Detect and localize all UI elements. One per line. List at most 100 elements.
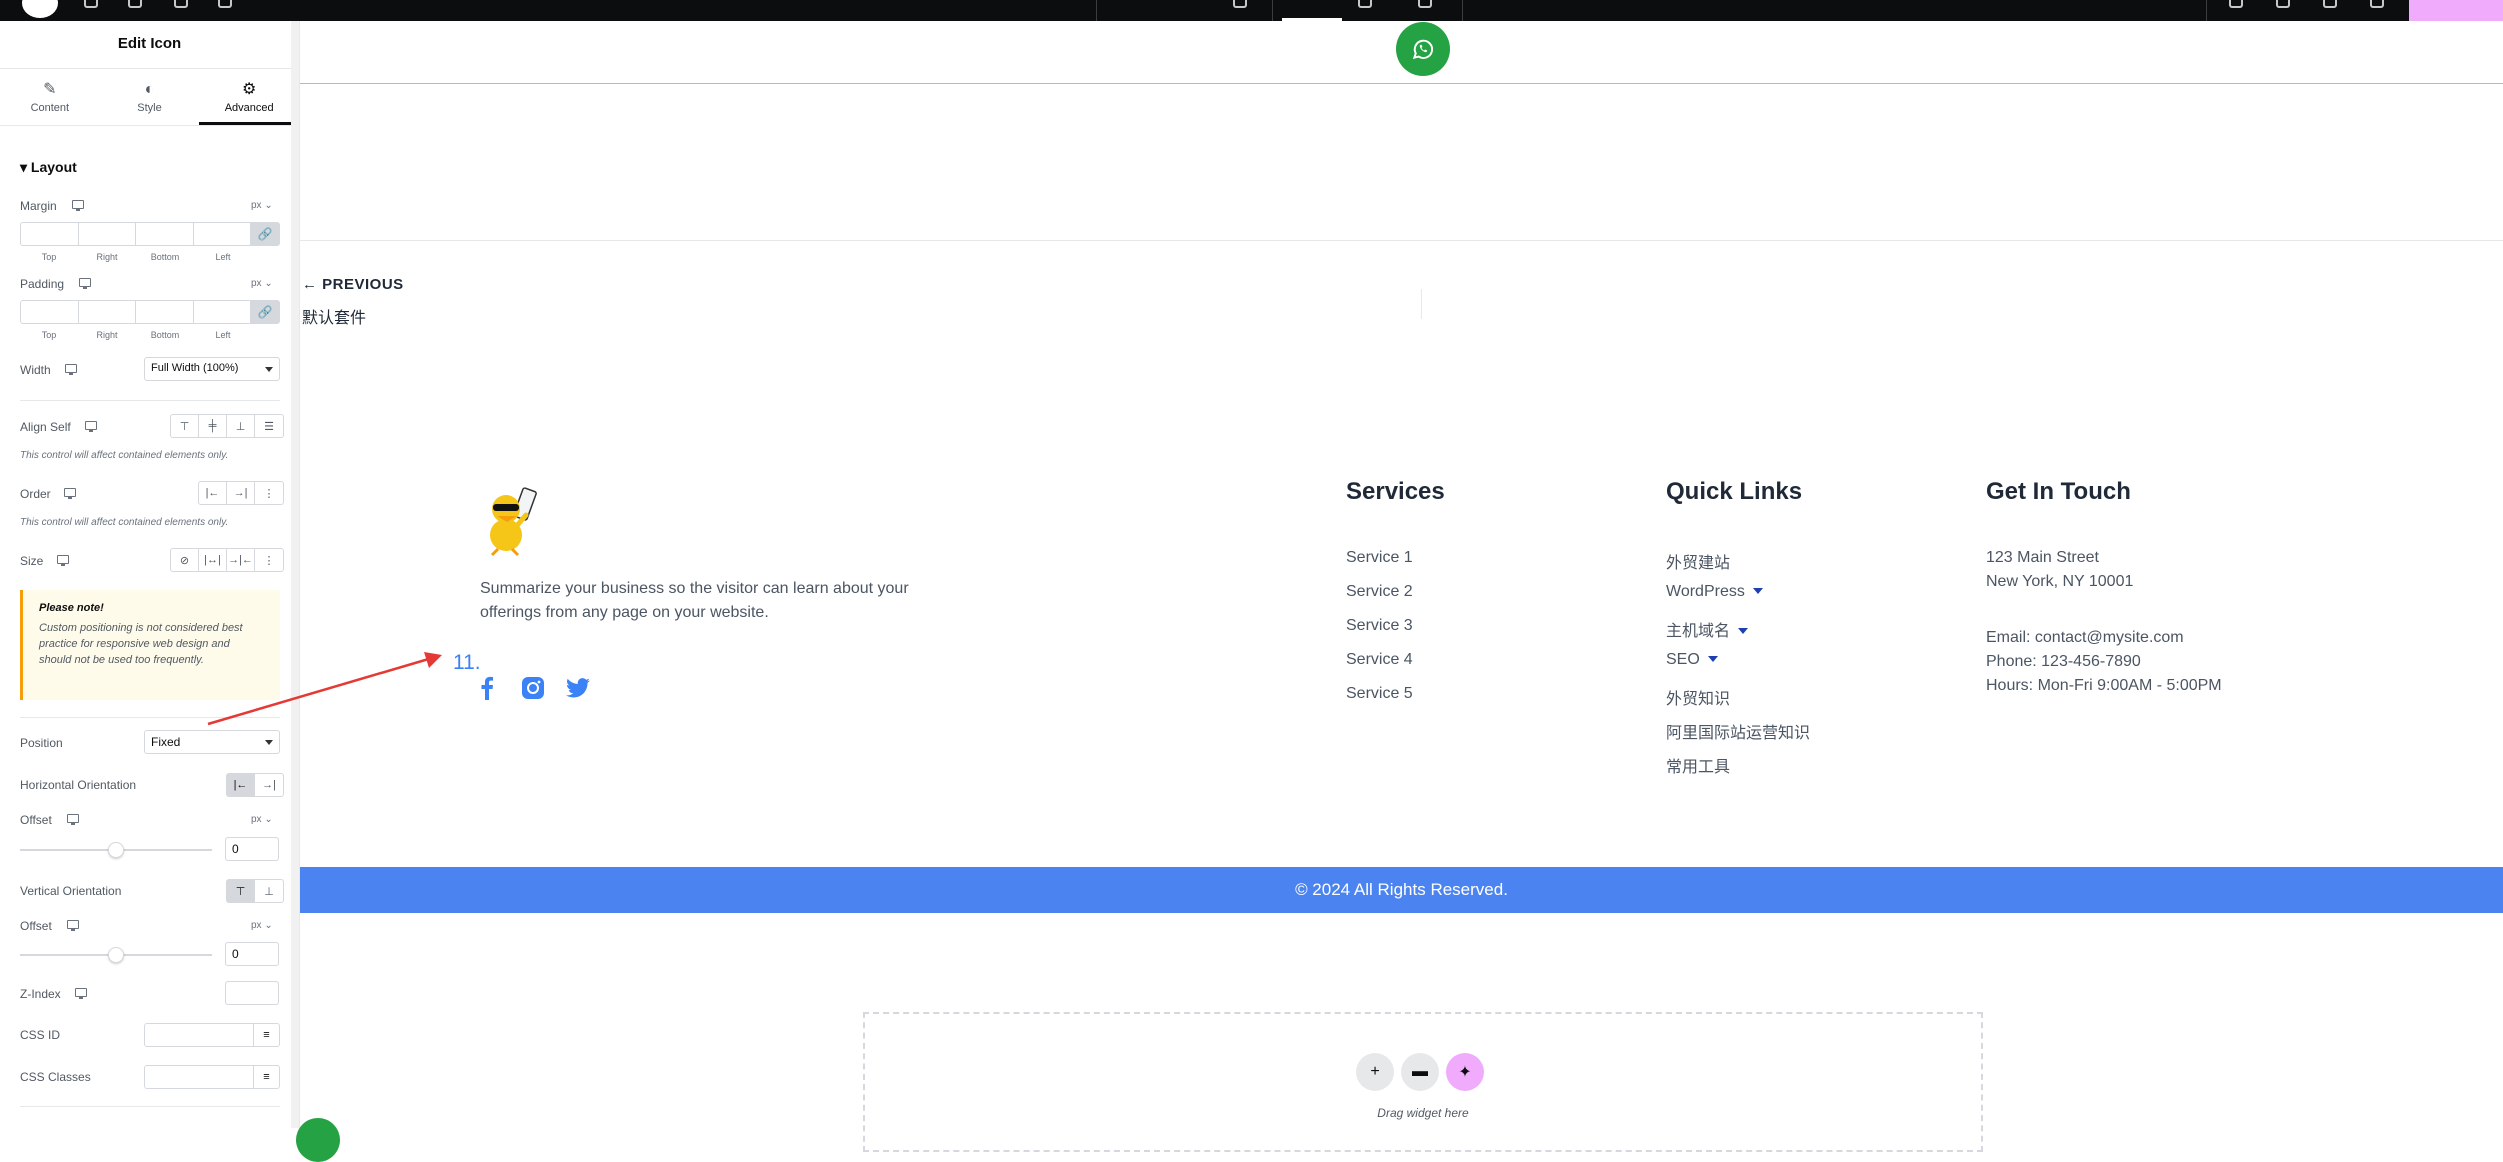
ai-sparkle-icon[interactable]: ✦: [1446, 1053, 1484, 1091]
site-settings-icon[interactable]: [128, 0, 142, 8]
width-select[interactable]: Full Width (100%): [144, 357, 280, 381]
align-stretch-icon[interactable]: ☰: [255, 415, 283, 437]
order-last-icon[interactable]: →|: [227, 482, 255, 504]
padding-bottom-input[interactable]: [136, 301, 194, 323]
css-classes-input[interactable]: [144, 1065, 254, 1089]
service-link[interactable]: Service 3: [1346, 617, 1413, 635]
responsive-desktop-icon[interactable]: [67, 920, 79, 931]
service-link[interactable]: Service 5: [1346, 685, 1413, 703]
section-layout[interactable]: ▾ Layout: [20, 159, 77, 176]
desktop-view-tab[interactable]: [1282, 0, 1342, 21]
responsive-desktop-icon[interactable]: [65, 364, 77, 375]
add-section-icon[interactable]: +: [1356, 1053, 1394, 1091]
caret-down-icon[interactable]: [1738, 628, 1749, 639]
v-offset-input[interactable]: 0: [225, 942, 279, 966]
service-link[interactable]: Service 1: [1346, 549, 1413, 567]
orientation-top-icon[interactable]: ⊤: [227, 880, 255, 902]
responsive-desktop-icon[interactable]: [57, 555, 69, 566]
quick-link[interactable]: 常用工具: [1666, 753, 1730, 777]
dynamic-tags-icon[interactable]: ≡: [253, 1023, 280, 1047]
unit-select[interactable]: px ⌄: [251, 200, 273, 211]
quick-link[interactable]: SEO: [1666, 651, 1718, 669]
align-start-icon[interactable]: ⊤: [171, 415, 199, 437]
whatsapp-icon[interactable]: [1396, 22, 1450, 76]
z-index-input[interactable]: [225, 981, 279, 1005]
service-link[interactable]: Service 4: [1346, 651, 1413, 669]
h-offset-input[interactable]: 0: [225, 837, 279, 861]
quick-link[interactable]: 主机域名: [1666, 617, 1749, 641]
publish-button[interactable]: [2409, 0, 2503, 21]
template-library-icon[interactable]: ▬: [1401, 1053, 1439, 1091]
margin-left-input[interactable]: [194, 223, 251, 245]
padding-right-input[interactable]: [79, 301, 136, 323]
quick-link[interactable]: 阿里国际站运营知识: [1666, 719, 1810, 743]
position-select[interactable]: Fixed: [144, 730, 280, 754]
margin-bottom-input[interactable]: [136, 223, 194, 245]
align-center-icon[interactable]: ╪: [199, 415, 227, 437]
comments-icon[interactable]: [218, 0, 232, 8]
v-offset-slider[interactable]: [20, 947, 212, 963]
footer-summary: Summarize your business so the visitor c…: [480, 580, 909, 621]
add-element-icon[interactable]: [84, 0, 98, 8]
slider-handle[interactable]: [108, 947, 124, 963]
search-icon[interactable]: [2276, 0, 2290, 8]
size-none-icon[interactable]: ⊘: [171, 549, 199, 571]
more-options-icon[interactable]: ⋮: [255, 549, 283, 571]
h-offset-slider[interactable]: [20, 842, 212, 858]
link-icon[interactable]: 🔗: [251, 223, 279, 245]
link-icon[interactable]: 🔗: [251, 301, 279, 323]
tab-content[interactable]: ✎ Content: [0, 69, 100, 125]
responsive-desktop-icon[interactable]: [85, 421, 97, 432]
service-link[interactable]: Service 2: [1346, 583, 1413, 601]
responsive-desktop-icon[interactable]: [64, 488, 76, 499]
orientation-right-icon[interactable]: →|: [255, 774, 283, 796]
tab-advanced[interactable]: ⚙ Advanced: [199, 69, 299, 125]
caret-down-icon[interactable]: [1707, 656, 1718, 667]
dynamic-tags-icon[interactable]: ≡: [253, 1065, 280, 1089]
page-settings-icon[interactable]: [1233, 0, 1247, 8]
padding-top-input[interactable]: [21, 301, 79, 323]
quick-link[interactable]: 外贸建站: [1666, 549, 1730, 573]
floating-whatsapp-button[interactable]: [296, 1118, 340, 1162]
mobile-view-icon[interactable]: [1418, 0, 1432, 8]
previous-post-title[interactable]: 默认套件: [302, 304, 366, 328]
tab-style[interactable]: ◐ Style: [100, 69, 200, 125]
padding-left-input[interactable]: [194, 301, 251, 323]
responsive-desktop-icon[interactable]: [75, 988, 87, 999]
unit-select[interactable]: px ⌄: [251, 278, 273, 289]
facebook-icon[interactable]: [474, 675, 500, 701]
margin-top-input[interactable]: [21, 223, 79, 245]
more-options-icon[interactable]: ⋮: [255, 482, 283, 504]
tablet-view-icon[interactable]: [1358, 0, 1372, 8]
structure-icon[interactable]: [174, 0, 188, 8]
caret-down-icon[interactable]: [1752, 588, 1763, 599]
notifications-icon[interactable]: [2229, 0, 2243, 8]
orientation-bottom-icon[interactable]: ⊥: [255, 880, 283, 902]
css-id-input[interactable]: [144, 1023, 254, 1047]
help-icon[interactable]: [2323, 0, 2337, 8]
quick-link[interactable]: 外贸知识: [1666, 685, 1730, 709]
size-shrink-icon[interactable]: →|←: [227, 549, 255, 571]
unit-select[interactable]: px ⌄: [251, 814, 273, 825]
margin-right-input[interactable]: [79, 223, 136, 245]
size-grow-icon[interactable]: |↔|: [199, 549, 227, 571]
unit-select[interactable]: px ⌄: [251, 920, 273, 931]
elementor-logo-icon[interactable]: [22, 0, 58, 18]
preview-icon[interactable]: [2370, 0, 2384, 8]
twitter-icon[interactable]: [564, 675, 592, 701]
quick-link[interactable]: WordPress: [1666, 583, 1763, 601]
responsive-desktop-icon[interactable]: [79, 278, 91, 289]
order-first-icon[interactable]: |←: [199, 482, 227, 504]
panel-scrollbar[interactable]: [291, 21, 299, 1128]
order-label: Order: [20, 487, 51, 501]
instagram-icon[interactable]: [520, 675, 546, 701]
responsive-desktop-icon[interactable]: [72, 200, 84, 211]
align-end-icon[interactable]: ⊥: [227, 415, 255, 437]
divider: [1272, 0, 1273, 21]
quick-link-label: 主机域名: [1666, 623, 1731, 640]
responsive-desktop-icon[interactable]: [67, 814, 79, 825]
slider-handle[interactable]: [108, 842, 124, 858]
copyright-bar: © 2024 All Rights Reserved.: [300, 867, 2503, 913]
orientation-left-icon[interactable]: |←: [227, 774, 255, 796]
previous-post-link[interactable]: ← PREVIOUS: [302, 276, 404, 293]
